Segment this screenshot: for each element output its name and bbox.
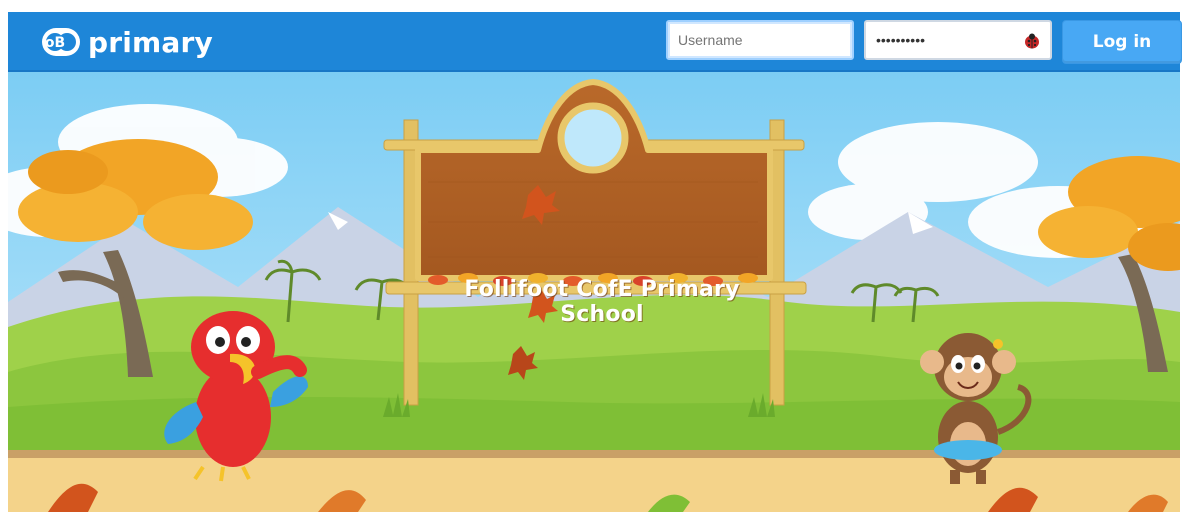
top-bar: oB primary Log in: [8, 12, 1182, 72]
username-input[interactable]: [666, 20, 854, 60]
brand-name: primary: [88, 25, 213, 59]
welcome-banner: Follifoot CofE Primary School: [8, 72, 1180, 512]
brand[interactable]: oB primary: [42, 23, 213, 61]
page: oB primary Log in: [0, 0, 1186, 512]
db-logo-icon: oB: [42, 28, 80, 56]
school-name-title: Follifoot CofE Primary School: [464, 277, 740, 327]
ladybug-icon[interactable]: [1023, 32, 1041, 50]
login-button[interactable]: Log in: [1062, 20, 1182, 64]
svg-text:oB: oB: [45, 35, 65, 51]
